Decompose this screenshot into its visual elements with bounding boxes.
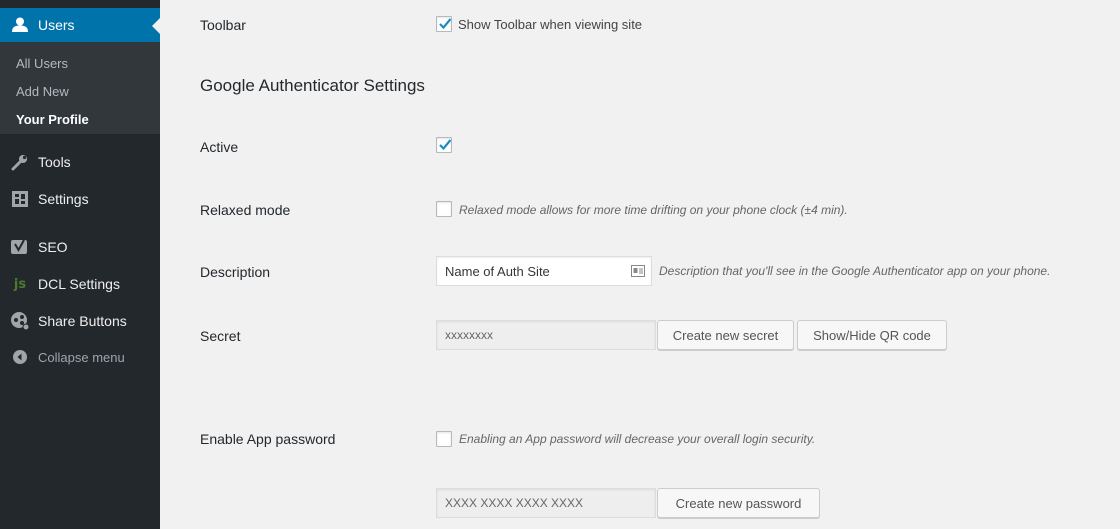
menu-item-tools[interactable]: Tools bbox=[0, 145, 160, 179]
toolbar-checkbox-text: Show Toolbar when viewing site bbox=[458, 17, 643, 32]
menu-item-users[interactable]: Users bbox=[0, 8, 160, 42]
active-label: Active bbox=[200, 139, 239, 155]
menu-item-share-buttons[interactable]: Share Buttons bbox=[0, 304, 160, 338]
create-new-password-button[interactable]: Create new password bbox=[657, 488, 820, 518]
current-menu-arrow bbox=[152, 18, 160, 34]
description-help-text: Description that you'll see in the Googl… bbox=[659, 264, 1051, 278]
wrench-icon bbox=[10, 152, 30, 172]
contact-card-icon bbox=[631, 264, 645, 281]
description-input-value: Name of Auth Site bbox=[445, 263, 550, 279]
checkmark-icon bbox=[439, 18, 452, 30]
users-icon bbox=[10, 15, 30, 35]
menu-item-seo[interactable]: SEO bbox=[0, 230, 160, 264]
menu-item-dcl-settings[interactable]: js DCL Settings bbox=[0, 267, 160, 301]
collapse-arrow-icon bbox=[10, 347, 30, 367]
menu-item-settings[interactable]: Settings bbox=[0, 182, 160, 216]
checkmark-icon bbox=[439, 139, 452, 151]
enable-app-password-description: Enabling an App password will decrease y… bbox=[459, 432, 816, 446]
menu-item-settings-label: Settings bbox=[38, 191, 89, 207]
admin-sidebar: Users All Users Add New Your Profile Too… bbox=[0, 0, 160, 529]
menu-item-users-label: Users bbox=[38, 17, 75, 33]
menu-item-seo-label: SEO bbox=[38, 239, 68, 255]
submenu-add-new[interactable]: Add New bbox=[16, 84, 69, 99]
menu-item-share-buttons-label: Share Buttons bbox=[38, 313, 127, 329]
settings-icon bbox=[10, 189, 30, 209]
create-new-secret-button[interactable]: Create new secret bbox=[657, 320, 794, 350]
menu-item-tools-label: Tools bbox=[38, 154, 71, 170]
share-icon bbox=[10, 311, 30, 331]
enable-app-password-label: Enable App password bbox=[200, 431, 336, 447]
toolbar-checkbox[interactable] bbox=[436, 16, 452, 32]
secret-label: Secret bbox=[200, 328, 241, 344]
description-input[interactable]: Name of Auth Site bbox=[436, 256, 652, 286]
submenu-your-profile[interactable]: Your Profile bbox=[16, 112, 89, 127]
app-password-input-value: XXXX XXXX XXXX XXXX bbox=[445, 496, 584, 510]
relaxed-mode-label: Relaxed mode bbox=[200, 202, 291, 218]
enable-app-password-checkbox[interactable] bbox=[436, 431, 452, 447]
active-checkbox[interactable] bbox=[436, 137, 452, 153]
description-label: Description bbox=[200, 264, 271, 280]
section-heading: Google Authenticator Settings bbox=[200, 76, 425, 95]
menu-item-dcl-settings-label: DCL Settings bbox=[38, 276, 120, 292]
show-hide-qr-code-button[interactable]: Show/Hide QR code bbox=[797, 320, 947, 350]
submenu-all-users[interactable]: All Users bbox=[16, 56, 68, 71]
toolbar-label: Toolbar bbox=[200, 17, 246, 33]
app-password-input[interactable]: XXXX XXXX XXXX XXXX bbox=[436, 488, 656, 518]
secret-input[interactable]: xxxxxxxx bbox=[436, 320, 656, 350]
js-icon: js bbox=[13, 276, 27, 292]
users-submenu: All Users Add New Your Profile bbox=[0, 42, 160, 134]
relaxed-mode-description: Relaxed mode allows for more time drifti… bbox=[459, 203, 848, 217]
yoast-icon bbox=[10, 237, 30, 257]
collapse-menu-label: Collapse menu bbox=[38, 349, 125, 365]
relaxed-mode-checkbox[interactable] bbox=[436, 201, 452, 217]
secret-input-value: xxxxxxxx bbox=[445, 328, 493, 342]
collapse-menu-button[interactable]: Collapse menu bbox=[0, 340, 160, 374]
